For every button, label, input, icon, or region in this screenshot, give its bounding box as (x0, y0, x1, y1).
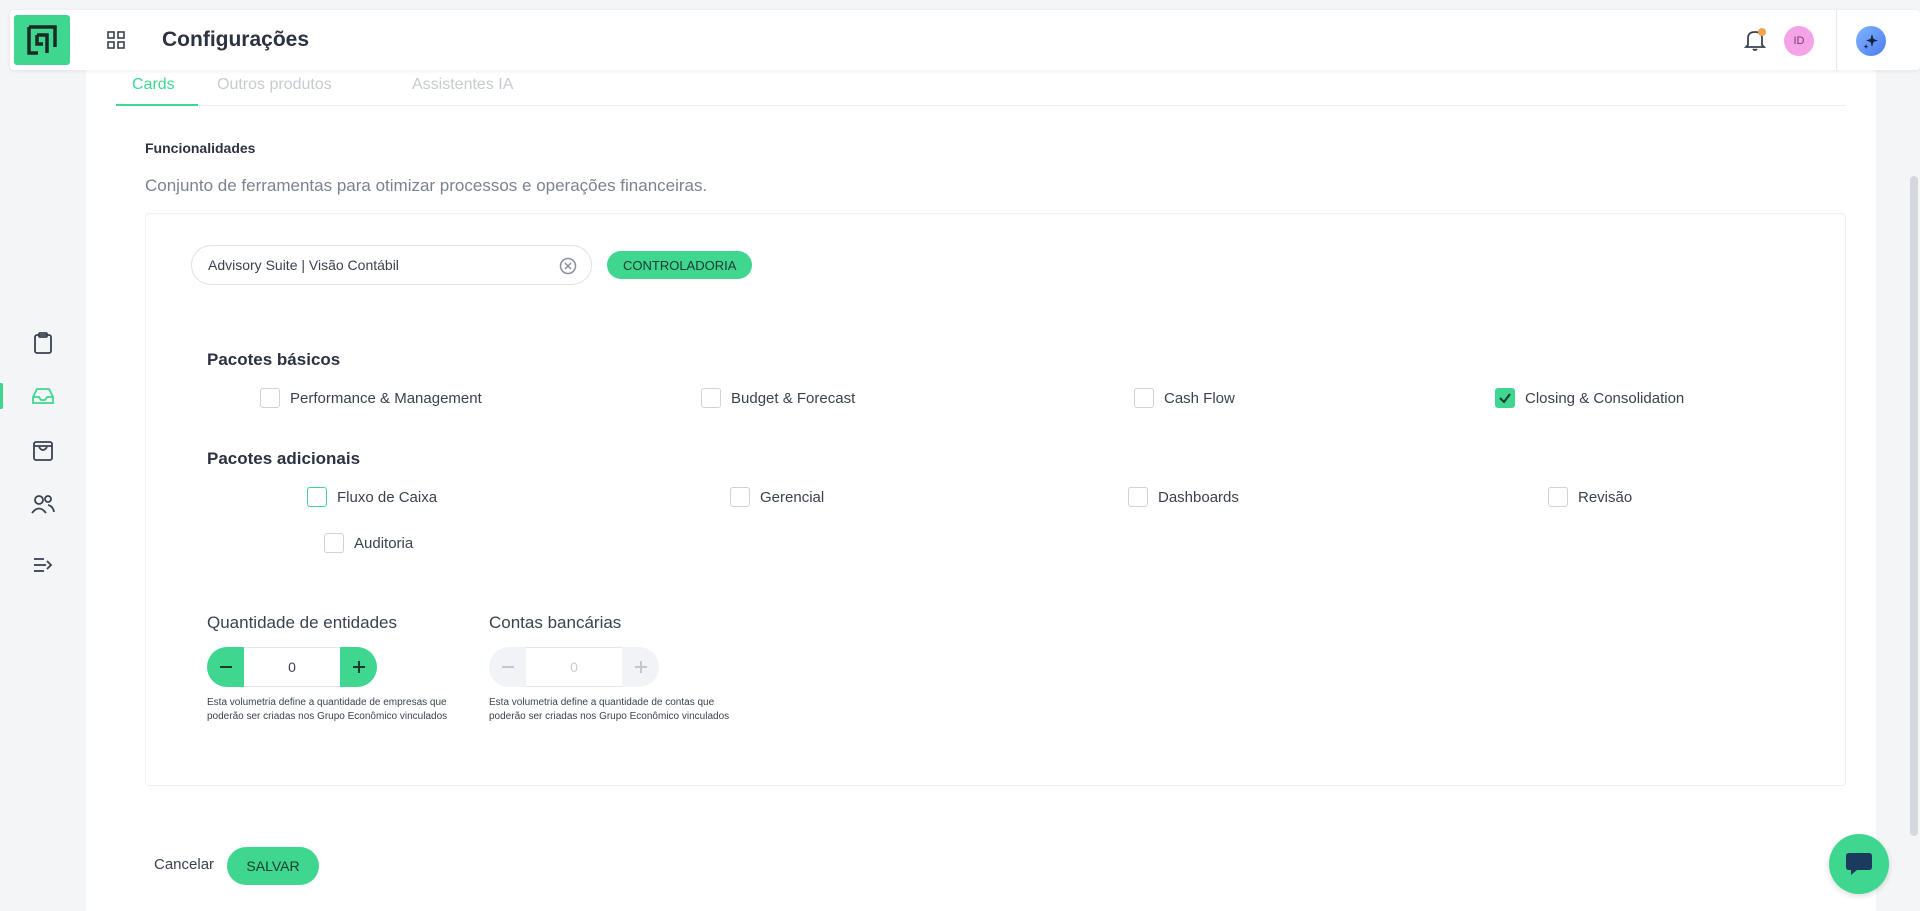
checkbox-budget-forecast[interactable]: Budget & Forecast (701, 388, 855, 408)
user-avatar[interactable]: ID (1784, 26, 1814, 56)
apps-menu-button[interactable] (106, 30, 126, 50)
checkbox-fluxo-de-caixa[interactable]: Fluxo de Caixa (307, 487, 437, 507)
bank-accounts-increment-button (622, 647, 659, 687)
chat-bubble-icon (1846, 853, 1872, 875)
functionality-card: Advisory Suite | Visão Contábil CONTROLA… (145, 213, 1846, 786)
users-icon (31, 495, 55, 514)
checkbox-label: Dashboards (1158, 488, 1239, 506)
checkbox-box[interactable] (324, 533, 344, 553)
section-title: Funcionalidades (145, 140, 256, 156)
sidebar-item-users[interactable] (26, 487, 60, 521)
inbox-icon (32, 388, 54, 404)
checkbox-label: Fluxo de Caixa (337, 488, 438, 506)
additional-packages-title: Pacotes adicionais (207, 449, 361, 468)
product-select[interactable]: Advisory Suite | Visão Contábil (191, 245, 592, 285)
checkbox-label: Auditoria (354, 534, 414, 552)
plus-icon (634, 661, 647, 673)
ai-assistant-button[interactable] (1856, 26, 1886, 56)
product-select-value: Advisory Suite | Visão Contábil (208, 257, 399, 273)
product-category-tag: CONTROLADORIA (607, 251, 753, 279)
notifications-button[interactable] (1742, 27, 1768, 53)
checkbox-cash-flow[interactable]: Cash Flow (1134, 388, 1235, 408)
checkbox-box-checked[interactable] (1495, 388, 1515, 408)
sidebar-expand[interactable] (26, 548, 60, 582)
bank-accounts-help-text: Esta volumetria define a quantidade de c… (489, 697, 730, 722)
brand-logo[interactable] (14, 15, 70, 65)
page-title: Configurações (162, 28, 310, 51)
shopping-bag-icon (33, 441, 53, 461)
checkbox-dashboards[interactable]: Dashboards (1128, 487, 1239, 507)
minus-icon (219, 666, 232, 668)
header-divider (1836, 10, 1837, 70)
checkbox-box[interactable] (1134, 388, 1154, 408)
bank-accounts-stepper (489, 647, 659, 687)
checkbox-box[interactable] (1128, 487, 1148, 507)
sidebar-item-clipboard[interactable] (26, 326, 60, 360)
expand-menu-icon (34, 558, 53, 572)
check-icon (1499, 393, 1511, 404)
chat-support-button[interactable] (1829, 834, 1889, 894)
scrollbar-thumb[interactable] (1910, 176, 1918, 836)
minus-icon (501, 666, 514, 668)
checkbox-label: Performance & Management (290, 389, 482, 407)
notification-dot (1758, 28, 1766, 36)
checkbox-box[interactable] (730, 487, 750, 507)
tab-cards[interactable]: Cards (132, 76, 175, 94)
checkbox-label: Revisão (1578, 488, 1633, 506)
sparkle-ai-icon (1863, 34, 1878, 49)
checkbox-label: Budget & Forecast (731, 389, 856, 407)
brand-logo-icon (27, 25, 57, 55)
checkbox-box[interactable] (701, 388, 721, 408)
checkbox-gerencial[interactable]: Gerencial (730, 487, 824, 507)
checkbox-auditoria[interactable]: Auditoria (324, 533, 413, 553)
grid-apps-icon (107, 31, 125, 49)
save-button[interactable]: SALVAR (227, 847, 319, 885)
section-description: Conjunto de ferramentas para otimizar pr… (145, 176, 708, 195)
bank-accounts-label: Contas bancárias (489, 613, 622, 632)
entities-decrement-button[interactable] (207, 647, 244, 687)
checkbox-label: Closing & Consolidation (1525, 389, 1685, 407)
sidebar-item-inbox[interactable] (26, 379, 60, 413)
clipboard-icon (34, 332, 52, 354)
sidebar (0, 0, 86, 911)
sidebar-active-indicator (0, 383, 3, 409)
main-content: Cards Outros produtos Assistentes IA Fun… (86, 70, 1876, 911)
checkbox-box[interactable] (307, 487, 327, 507)
checkbox-closing-consolidation[interactable]: Closing & Consolidation (1495, 388, 1684, 408)
clear-circle-icon[interactable] (559, 257, 577, 275)
sidebar-item-shopping[interactable] (26, 433, 60, 467)
cancel-button[interactable]: Cancelar (154, 856, 214, 873)
checkbox-revisao[interactable]: Revisão (1548, 487, 1632, 507)
entities-stepper[interactable] (207, 647, 377, 687)
basic-packages-title: Pacotes básicos (207, 350, 341, 369)
bank-accounts-input (526, 647, 622, 687)
tab-bar: Cards Outros produtos Assistentes IA (116, 70, 1846, 106)
entities-label: Quantidade de entidades (207, 613, 397, 632)
tab-assistentes-ia[interactable]: Assistentes IA (412, 76, 513, 94)
bank-accounts-decrement-button (489, 647, 526, 687)
checkbox-box[interactable] (1548, 487, 1568, 507)
checkbox-label: Gerencial (760, 488, 825, 506)
top-header: Configurações ID (10, 10, 1920, 70)
page-scrollbar[interactable] (1908, 70, 1920, 911)
checkbox-label: Cash Flow (1164, 389, 1235, 407)
checkbox-box[interactable] (260, 388, 280, 408)
entities-input[interactable] (244, 647, 340, 687)
entities-increment-button[interactable] (340, 647, 377, 687)
tab-active-underline (116, 104, 198, 106)
plus-icon (352, 661, 365, 673)
checkbox-performance-management[interactable]: Performance & Management (260, 388, 482, 408)
tab-outros-produtos[interactable]: Outros produtos (217, 76, 332, 94)
entities-help-text: Esta volumetria define a quantidade de e… (207, 697, 448, 722)
